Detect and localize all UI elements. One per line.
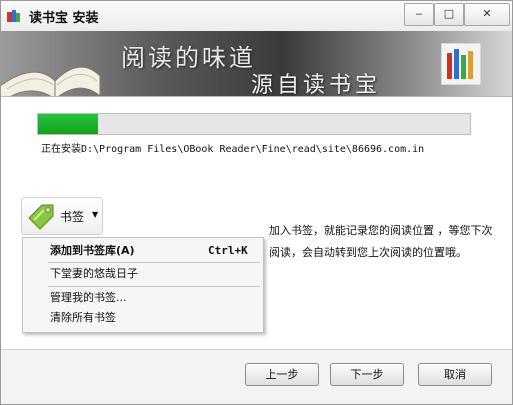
window-title: 读书宝 安装: [29, 11, 99, 26]
next-button[interactable]: 下一步: [330, 363, 404, 386]
menu-separator: [48, 286, 260, 287]
open-book-icon: [1, 66, 101, 96]
close-button[interactable]: ✕: [464, 3, 510, 26]
bookmark-description: 加入书签，就能记录您的阅读位置 ，等您下次阅读，会自动转到您上次阅读的位置哦。: [269, 224, 493, 259]
install-status-text: 正在安装D:\Program Files\OBook Reader\Fine\r…: [41, 144, 425, 155]
maximize-button[interactable]: □: [434, 3, 464, 26]
menu-item-label: 管理我的书签...: [50, 291, 127, 304]
back-button[interactable]: 上一步: [245, 363, 319, 386]
menu-item-clear-bookmarks[interactable]: 清除所有书签: [24, 308, 262, 328]
install-progress-bar: [37, 113, 471, 135]
header-banner: 阅读的味道 源自读书宝: [1, 31, 512, 97]
bookmark-button-label: 书签: [60, 210, 85, 224]
app-icon: [7, 10, 20, 22]
chevron-down-icon: ▼: [92, 210, 99, 219]
menu-separator: [48, 262, 260, 263]
progress-fill: [38, 114, 99, 134]
bookmark-dropdown-button[interactable]: 书签 ▼: [21, 197, 103, 235]
installer-window: 读书宝 安装 ‒ □ ✕ 阅读的味道 源自读书宝 正在安装D:\Program …: [0, 0, 513, 405]
bookshelf-logo-icon: [441, 43, 481, 85]
minimize-button[interactable]: ‒: [404, 3, 434, 26]
bookmark-tag-icon: [28, 204, 54, 230]
bookmark-menu: 添加到书签库(A) Ctrl+K 下堂妻的悠哉日子 管理我的书签... 清除所有…: [22, 237, 264, 333]
menu-item-add-bookmark[interactable]: 添加到书签库(A) Ctrl+K: [24, 241, 262, 261]
menu-item-label: 下堂妻的悠哉日子: [50, 267, 138, 280]
menu-item-label: 清除所有书签: [50, 311, 116, 324]
title-bar[interactable]: 读书宝 安装 ‒ □ ✕: [1, 1, 512, 32]
cancel-button[interactable]: 取消: [418, 363, 492, 386]
footer-divider: [1, 349, 512, 350]
banner-title: 阅读的味道: [121, 44, 256, 72]
main-content: 正在安装D:\Program Files\OBook Reader\Fine\r…: [1, 97, 512, 349]
menu-item-shortcut: Ctrl+K: [208, 244, 248, 257]
menu-item-label: 添加到书签库(A): [50, 244, 135, 257]
menu-item-saved-bookmark[interactable]: 下堂妻的悠哉日子: [24, 264, 262, 284]
menu-item-manage-bookmarks[interactable]: 管理我的书签...: [24, 288, 262, 308]
banner-subtitle: 源自读书宝: [251, 73, 382, 97]
